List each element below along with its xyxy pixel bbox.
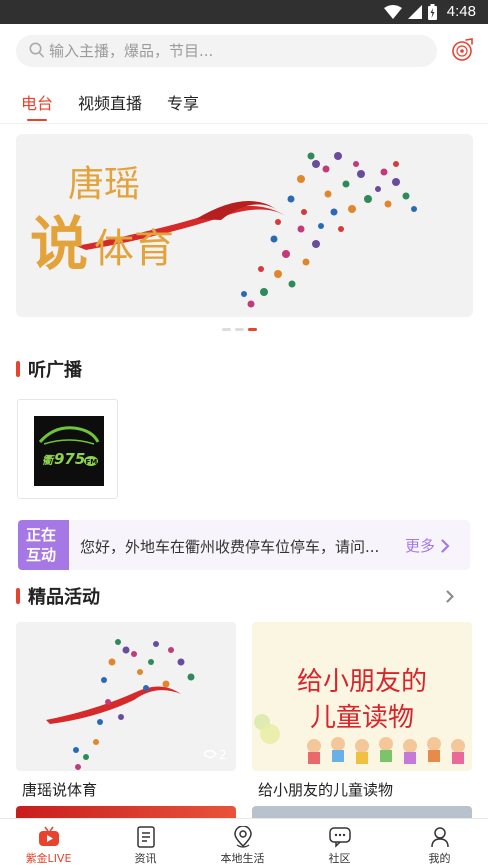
- activity-title-children-books[interactable]: 给小朋友的儿童读物: [258, 779, 393, 800]
- station-logo: 衢 975 FM: [34, 416, 104, 486]
- poster-line1: 给小朋友的: [297, 667, 427, 697]
- wifi-icon: [383, 4, 402, 19]
- nav-local-life[interactable]: 本地生活: [194, 819, 291, 868]
- radio-section-header: 听广播: [16, 357, 82, 381]
- user-icon: [430, 827, 449, 848]
- section-accent-bar: [16, 361, 20, 377]
- banner-carousel[interactable]: 唐瑶 说 体育: [16, 134, 473, 317]
- section-accent-bar: [16, 588, 20, 604]
- cell-signal-icon: [407, 4, 422, 19]
- live-interaction-bar[interactable]: 正在 互动 您好，外地车在衢州收费停车位停车，请问... 更多: [18, 520, 470, 570]
- search-input[interactable]: [49, 35, 419, 67]
- more-label: 更多: [405, 537, 436, 555]
- carousel-dot[interactable]: [235, 328, 244, 331]
- activity-card-sports[interactable]: 2: [16, 622, 236, 771]
- nav-label: 本地生活: [220, 852, 265, 865]
- station-logo-number: 975: [54, 450, 85, 468]
- activity-artwork-children: 给小朋友的 儿童读物: [252, 622, 472, 771]
- station-logo-suffix: FM: [86, 458, 98, 466]
- nav-live[interactable]: 紫金LIVE: [0, 819, 97, 868]
- interaction-message: 您好，外地车在衢州收费停车位停车，请问...: [80, 538, 380, 556]
- search-box[interactable]: [16, 35, 437, 67]
- view-count: 2: [219, 748, 227, 762]
- chevron-right-icon: [441, 538, 450, 553]
- nav-label: 紫金LIVE: [25, 852, 72, 865]
- nav-community[interactable]: 社区: [291, 819, 388, 868]
- poster-line2: 儿童读物: [310, 703, 414, 733]
- carousel-dot[interactable]: [222, 328, 231, 331]
- nav-news[interactable]: 资讯: [97, 819, 194, 868]
- search-row: [0, 24, 488, 80]
- activity-artwork-sports: 2: [46, 639, 227, 770]
- interaction-more-button[interactable]: 更多: [405, 535, 450, 556]
- live-tv-icon: [38, 826, 59, 846]
- live-interaction-tag: 正在 互动: [18, 520, 69, 570]
- banner-title-line1: 唐瑶: [68, 164, 140, 205]
- banner-title-big-char: 说: [30, 210, 88, 278]
- banner-title-line2: 体育: [94, 226, 174, 272]
- bottom-navigation: 紫金LIVE 资讯 本地生活 社区 我的: [0, 818, 488, 868]
- tab-exclusive[interactable]: 专享: [167, 90, 199, 114]
- nav-label: 我的: [428, 852, 451, 865]
- news-icon: [136, 826, 155, 848]
- location-pin-icon: [233, 826, 252, 848]
- radio-section-title: 听广播: [28, 360, 82, 381]
- activities-section-header: 精品活动: [16, 584, 472, 608]
- nav-label: 社区: [328, 852, 351, 865]
- tab-indicator: [27, 119, 47, 121]
- status-bar: 4:48: [0, 0, 488, 24]
- tab-video-live[interactable]: 视频直播: [78, 90, 142, 114]
- nav-label: 资讯: [134, 852, 157, 865]
- carousel-dot-active[interactable]: [248, 328, 257, 331]
- tag-line2: 互动: [26, 546, 57, 564]
- banner-artwork: 唐瑶 说 体育: [30, 152, 417, 308]
- activities-section-title: 精品活动: [28, 587, 100, 608]
- channel-tabs: 电台 视频直播 专享: [0, 82, 488, 124]
- carousel-dots: [222, 328, 257, 331]
- view-count-badge: 2: [203, 748, 227, 762]
- tag-line1: 正在: [26, 526, 57, 544]
- tab-radio[interactable]: 电台: [21, 90, 53, 114]
- search-icon: [29, 42, 44, 58]
- chevron-right-icon[interactable]: [446, 590, 454, 603]
- activity-card-children-books[interactable]: 给小朋友的 儿童读物: [252, 622, 472, 771]
- community-chat-icon: [328, 827, 351, 848]
- battery-icon: [427, 3, 437, 20]
- vinyl-record-icon[interactable]: [451, 38, 475, 62]
- status-icons: 4:48: [383, 3, 476, 20]
- activity-title-sports[interactable]: 唐瑶说体育: [22, 779, 97, 800]
- station-card[interactable]: 衢 975 FM: [17, 399, 118, 499]
- nav-mine[interactable]: 我的: [391, 819, 488, 868]
- status-time: 4:48: [446, 3, 476, 20]
